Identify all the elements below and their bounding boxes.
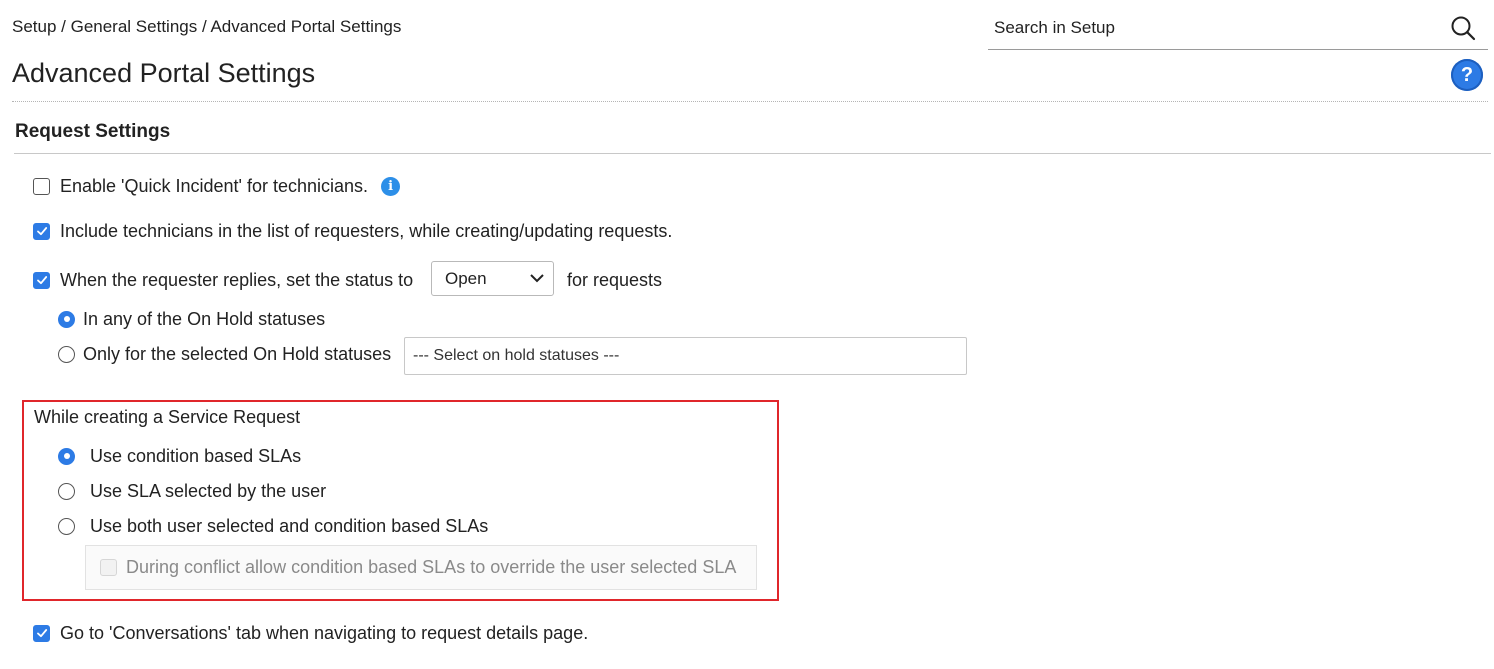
section-divider [14, 153, 1491, 154]
requester-replies-checkbox[interactable] [33, 271, 50, 289]
sla-user-radio[interactable] [58, 482, 75, 500]
sla-both-radio[interactable] [58, 517, 75, 535]
conflict-override-checkbox [100, 559, 117, 576]
search-bar [988, 8, 1488, 50]
include-technicians-option: Include technicians in the list of reque… [33, 219, 672, 243]
for-requests-label: for requests [567, 269, 663, 290]
quick-incident-option: Enable 'Quick Incident' for technicians.… [33, 174, 401, 198]
search-icon[interactable] [1450, 15, 1476, 41]
info-icon[interactable]: i [381, 176, 401, 196]
conflict-override-option: During conflict allow condition based SL… [85, 545, 757, 590]
checkmark-icon [36, 629, 47, 638]
sla-user-label: Use SLA selected by the user [90, 480, 327, 501]
include-technicians-label: Include technicians in the list of reque… [60, 220, 673, 241]
scope-any-option[interactable]: In any of the On Hold statuses [58, 307, 325, 331]
sla-condition-option[interactable]: Use condition based SLAs [58, 444, 301, 468]
scope-selected-radio[interactable] [58, 345, 75, 363]
sla-user-option[interactable]: Use SLA selected by the user [58, 479, 326, 503]
sla-condition-radio[interactable] [58, 447, 75, 465]
conversations-tab-checkbox[interactable] [33, 624, 50, 642]
help-icon[interactable]: ? [1451, 59, 1483, 91]
checkmark-icon [36, 276, 47, 285]
sla-both-option[interactable]: Use both user selected and condition bas… [58, 514, 488, 538]
title-divider [12, 101, 1488, 102]
scope-selected-option[interactable]: Only for the selected On Hold statuses [58, 342, 391, 366]
section-title: Request Settings [15, 121, 171, 142]
sla-condition-label: Use condition based SLAs [90, 445, 302, 466]
chevron-down-icon [530, 274, 544, 283]
status-select[interactable]: Open [431, 261, 554, 296]
checkmark-icon [36, 227, 47, 236]
requester-replies-option: When the requester replies, set the stat… [33, 268, 413, 292]
scope-any-radio[interactable] [58, 310, 75, 328]
conflict-override-label: During conflict allow condition based SL… [126, 557, 737, 577]
include-technicians-checkbox[interactable] [33, 222, 50, 240]
scope-selected-label: Only for the selected On Hold statuses [83, 343, 392, 364]
conversations-tab-option: Go to 'Conversations' tab when navigatin… [33, 621, 588, 645]
requester-replies-label: When the requester replies, set the stat… [60, 269, 414, 290]
scope-any-label: In any of the On Hold statuses [83, 308, 326, 329]
sla-both-label: Use both user selected and condition bas… [90, 515, 489, 536]
service-request-title: While creating a Service Request [34, 407, 301, 427]
hold-status-select[interactable]: --- Select on hold statuses --- [404, 337, 967, 375]
conversations-tab-label: Go to 'Conversations' tab when navigatin… [60, 622, 589, 643]
quick-incident-checkbox[interactable] [33, 177, 50, 195]
breadcrumb[interactable]: Setup / General Settings / Advanced Port… [12, 17, 401, 37]
page-title: Advanced Portal Settings [12, 58, 316, 88]
quick-incident-label: Enable 'Quick Incident' for technicians. [60, 175, 369, 196]
search-input[interactable] [988, 16, 1440, 40]
status-select-value: Open [445, 268, 487, 288]
